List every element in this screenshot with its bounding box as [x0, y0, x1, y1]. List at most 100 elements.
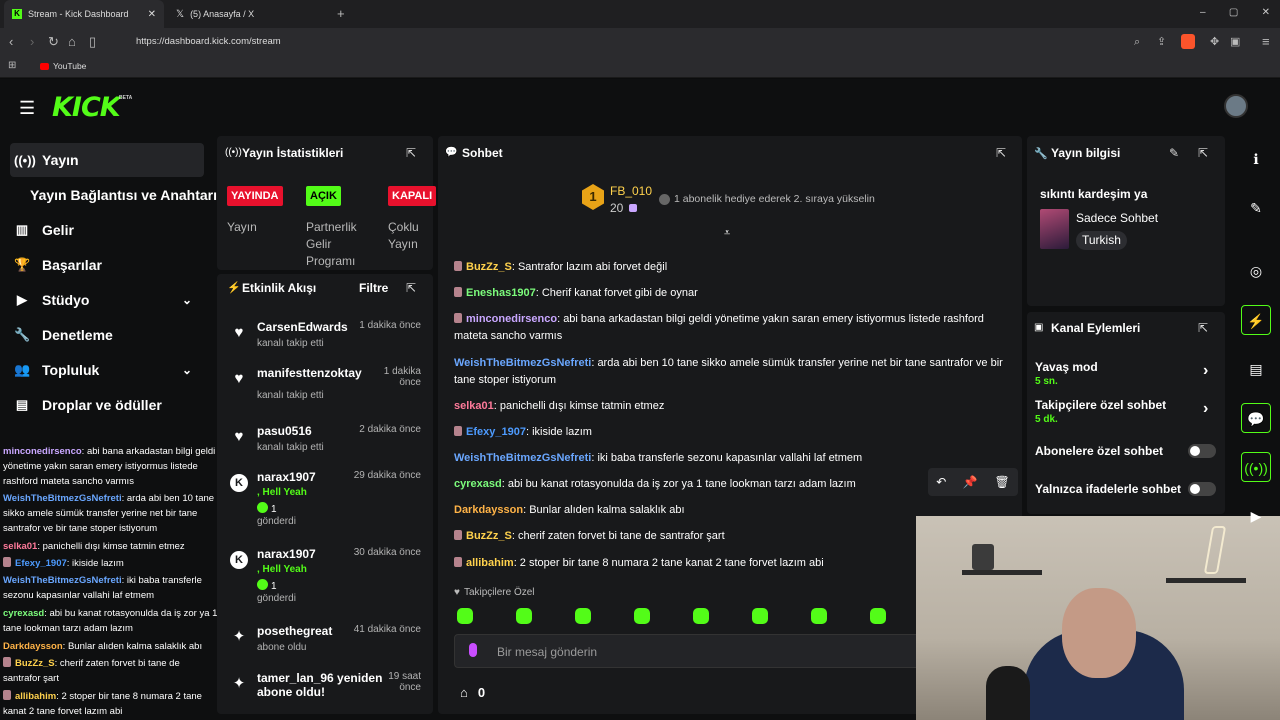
zoom-icon[interactable]: ⌕: [1134, 34, 1140, 50]
chevron-right-icon[interactable]: ›: [1203, 400, 1208, 418]
chat-username[interactable]: BuzZz_S: [15, 658, 55, 669]
popout-icon[interactable]: ⇱: [1198, 146, 1208, 160]
chat-username[interactable]: selka01: [454, 400, 494, 412]
bookmark-icon[interactable]: ▯: [89, 34, 96, 50]
activity-username[interactable]: manifesttenzoktay: [257, 366, 362, 380]
sidebar-item[interactable]: ((•)) Yayın: [14, 152, 79, 168]
activity-username[interactable]: narax1907: [257, 470, 316, 484]
chat-username[interactable]: WeishTheBitmezGsNefreti: [3, 493, 122, 504]
browser-menu-icon[interactable]: ≡: [1262, 34, 1270, 50]
avatar[interactable]: [1224, 94, 1248, 118]
activity-username[interactable]: tamer_lan_96 yeniden abone oldu!: [257, 671, 385, 699]
broadcast-icon[interactable]: ((•)): [1241, 452, 1271, 482]
sidebar-item[interactable]: 🏆 Başarılar: [14, 257, 102, 273]
chat-username[interactable]: BuzZz_S: [466, 261, 512, 273]
emote-icon[interactable]: [634, 608, 650, 624]
info-icon[interactable]: ℹ: [1241, 144, 1271, 174]
chat-username[interactable]: cyrexasd: [3, 608, 44, 619]
tab-kick-dashboard[interactable]: K Stream - Kick Dashboard ✕: [4, 0, 164, 28]
heart-icon: ♥: [454, 587, 460, 598]
chat-username[interactable]: Darkdaysson: [454, 504, 523, 516]
activity-username[interactable]: posethegreat: [257, 624, 332, 638]
chevron-down-icon[interactable]: ⌄: [182, 293, 192, 307]
toggle-switch[interactable]: [1188, 444, 1216, 458]
reload-icon[interactable]: ↻: [48, 34, 59, 50]
sidebar-item[interactable]: Yayın Bağlantısı ve Anahtarı: [30, 187, 217, 203]
extensions-icon[interactable]: ✥: [1210, 34, 1219, 50]
brave-shield-icon[interactable]: [1181, 34, 1195, 49]
popout-icon[interactable]: ⇱: [406, 146, 416, 160]
scroll-to-top-icon[interactable]: ⩡: [724, 227, 730, 240]
chat-username[interactable]: WeishTheBitmezGsNefreti: [454, 452, 591, 464]
tab-x[interactable]: 𝕏 (5) Anasayfa / X: [168, 0, 328, 28]
channel-points[interactable]: ⌂ 0: [460, 685, 485, 700]
back-icon[interactable]: ‹: [9, 34, 13, 50]
kick-logo[interactable]: KICK: [52, 92, 121, 123]
chat-username[interactable]: minconedirsenco: [466, 313, 557, 325]
activity-username[interactable]: pasu0516: [257, 424, 312, 438]
share-icon[interactable]: ⇪: [1157, 34, 1166, 50]
chat-username[interactable]: selka01: [3, 541, 37, 552]
hamburger-menu-icon[interactable]: ☰: [19, 98, 35, 119]
chat-input[interactable]: Bir mesaj gönderin: [454, 634, 924, 668]
popout-icon[interactable]: ⇱: [406, 281, 416, 295]
filter-button[interactable]: Filtre: [359, 281, 388, 295]
emote-icon[interactable]: [516, 608, 532, 624]
chat-icon[interactable]: 💬: [1241, 403, 1271, 433]
channel-action-label: Abonelere özel sohbet: [1035, 444, 1164, 458]
popout-icon[interactable]: ⇱: [1198, 321, 1208, 335]
sidebar-item[interactable]: ▶ Stüdyo ⌄: [14, 292, 192, 308]
sidebar-item[interactable]: 👥 Topluluk ⌄: [14, 362, 192, 378]
chevron-right-icon[interactable]: ›: [1203, 362, 1208, 380]
chat-username[interactable]: cyrexasd: [454, 478, 502, 490]
emote-icon[interactable]: [575, 608, 591, 624]
home-icon[interactable]: ⌂: [68, 34, 76, 50]
chat-username[interactable]: Eneshas1907: [466, 287, 536, 299]
emote-icon[interactable]: [752, 608, 768, 624]
minimize-icon[interactable]: –: [1200, 7, 1206, 18]
target-icon[interactable]: ◎: [1241, 256, 1271, 286]
chat-username[interactable]: minconedirsenco: [3, 446, 82, 457]
chat-username[interactable]: Efexy_1907: [15, 558, 67, 569]
edit-icon[interactable]: ✎: [1169, 146, 1179, 160]
emote-icon[interactable]: [457, 608, 473, 624]
stream-info-title: Yayın bilgisi: [1051, 146, 1121, 160]
chat-username[interactable]: BuzZz_S: [466, 530, 512, 542]
language-tag: Turkish: [1076, 231, 1127, 250]
sidebar-toggle-icon[interactable]: ▣: [1230, 34, 1240, 50]
chat-username[interactable]: WeishTheBitmezGsNefreti: [3, 575, 122, 586]
toggle-switch[interactable]: [1188, 482, 1216, 496]
close-tab-icon[interactable]: ✕: [148, 9, 156, 20]
category-name[interactable]: Sadece Sohbet: [1076, 211, 1158, 225]
leader-name[interactable]: FB_010: [610, 184, 652, 198]
emote-icon[interactable]: [693, 608, 709, 624]
new-tab-button[interactable]: +: [337, 6, 345, 21]
bolt-icon[interactable]: ⚡: [1241, 305, 1271, 335]
chat-username[interactable]: WeishTheBitmezGsNefreti: [454, 357, 591, 369]
maximize-icon[interactable]: ▢: [1229, 7, 1238, 18]
forward-icon[interactable]: ›: [30, 34, 34, 50]
apps-grid-icon[interactable]: ⊞: [8, 60, 16, 71]
sidebar-item[interactable]: ▤ Droplar ve ödüller: [14, 397, 162, 413]
popout-icon[interactable]: ⇱: [996, 146, 1006, 160]
camera-icon[interactable]: ▶: [1241, 501, 1271, 531]
chat-username[interactable]: allibahim: [466, 557, 514, 569]
emote-icon[interactable]: [870, 608, 886, 624]
pencil-icon[interactable]: ✎: [1241, 193, 1271, 223]
chat-username[interactable]: Darkdaysson: [3, 641, 63, 652]
sidebar-item[interactable]: 🔧 Denetleme: [14, 327, 113, 343]
address-bar[interactable]: https://dashboard.kick.com/stream: [112, 32, 1202, 52]
tab-title: Stream - Kick Dashboard: [28, 9, 129, 19]
close-window-icon[interactable]: ✕: [1262, 7, 1270, 18]
emote-picker-icon[interactable]: [469, 643, 477, 657]
chat-username[interactable]: Efexy_1907: [466, 426, 526, 438]
chat-username[interactable]: allibahim: [15, 691, 56, 702]
bookmark-youtube[interactable]: YouTube: [40, 61, 86, 71]
activity-username[interactable]: narax1907: [257, 547, 316, 561]
activity-username[interactable]: CarsenEdwards: [257, 320, 348, 334]
notes-icon[interactable]: ▤: [1241, 354, 1271, 384]
chevron-down-icon[interactable]: ⌄: [182, 363, 192, 377]
gift-prompt[interactable]: 1 abonelik hediye ederek 2. sıraya yükse…: [659, 193, 875, 205]
emote-icon[interactable]: [811, 608, 827, 624]
sidebar-item[interactable]: ▥ Gelir: [14, 222, 74, 238]
